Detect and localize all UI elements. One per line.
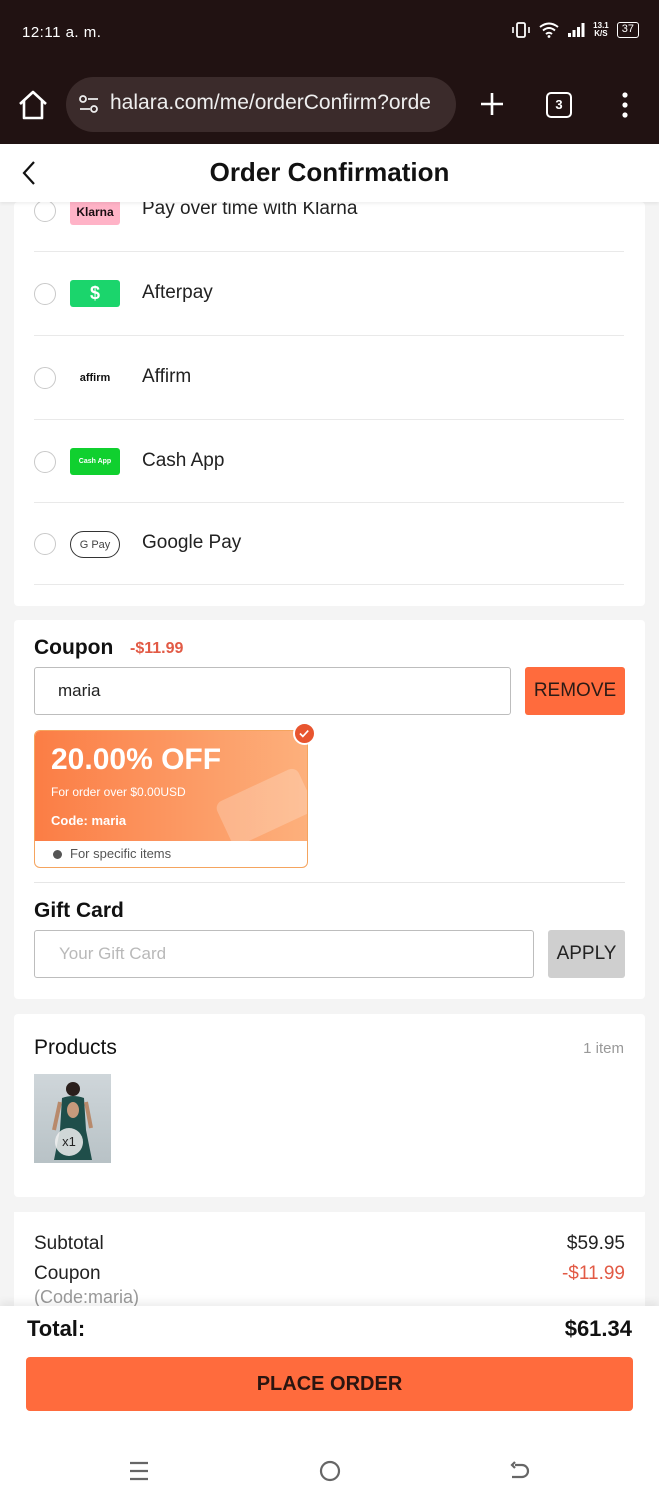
signal-icon xyxy=(568,23,585,37)
google-pay-logo-icon: G Pay xyxy=(70,531,120,558)
voucher-code: Code: maria xyxy=(51,813,127,828)
apply-gift-card-button[interactable]: APPLY xyxy=(548,930,625,978)
tab-switcher-button[interactable]: 3 xyxy=(546,92,572,118)
voucher-note: For specific items xyxy=(70,846,172,861)
recent-apps-icon[interactable] xyxy=(126,1458,152,1484)
battery-icon: 37 xyxy=(616,22,639,38)
browser-toolbar: halara.com/me/orderConfirm?orde 3 xyxy=(0,66,659,144)
payment-option-klarna[interactable]: Klarna Pay over time with Klarna xyxy=(34,202,624,252)
afterpay-logo-icon: $ xyxy=(70,280,120,307)
payment-option-label: Cash App xyxy=(142,450,225,471)
radio-button[interactable] xyxy=(34,283,56,305)
products-title: Products xyxy=(34,1036,117,1059)
affirm-logo-icon: affirm xyxy=(70,364,120,391)
vibrate-icon xyxy=(512,22,530,38)
url-text[interactable]: halara.com/me/orderConfirm?orde xyxy=(110,91,450,115)
klarna-logo-icon: Klarna xyxy=(70,202,120,225)
products-section: Products 1 item x1 xyxy=(14,1014,645,1197)
section-divider xyxy=(34,882,625,883)
subtotal-label: Subtotal xyxy=(34,1233,104,1254)
payment-option-label: Pay over time with Klarna xyxy=(142,202,358,219)
payment-methods-card: Klarna Pay over time with Klarna $ After… xyxy=(14,202,645,606)
remove-coupon-button[interactable]: REMOVE xyxy=(525,667,625,715)
quantity-badge: x1 xyxy=(55,1128,83,1156)
ticket-icon xyxy=(214,766,307,848)
voucher-banner: 20.00% OFF For order over $0.00USD Code:… xyxy=(35,731,307,848)
voucher-percent: 20.00% OFF xyxy=(51,743,222,776)
coupon-summary-code: (Code:maria) xyxy=(34,1287,140,1307)
status-icons: 13.1 K/S 37 xyxy=(511,22,639,38)
payment-option-label: Afterpay xyxy=(142,282,213,303)
page-header: Order Confirmation xyxy=(0,144,659,202)
voucher-footer: For specific items xyxy=(35,841,307,867)
place-order-button[interactable]: PLACE ORDER xyxy=(26,1357,633,1411)
home-circle-icon[interactable] xyxy=(317,1458,343,1484)
total-label: Total: xyxy=(27,1316,86,1341)
voucher-min-order: For order over $0.00USD xyxy=(51,785,186,799)
address-bar[interactable]: halara.com/me/orderConfirm?orde xyxy=(66,77,456,132)
order-summary: Subtotal $59.95 Coupon -$11.99 (Code:mar… xyxy=(14,1212,645,1312)
back-icon[interactable] xyxy=(507,1458,533,1484)
gift-card-title: Gift Card xyxy=(34,899,124,922)
status-bar: 12:11 a. m. 13.1 K/S 37 xyxy=(0,0,659,66)
payment-option-cash-app[interactable]: Cash App Cash App xyxy=(34,420,624,503)
payment-option-affirm[interactable]: affirm Affirm xyxy=(34,336,624,420)
item-count: 1 item xyxy=(583,1040,624,1057)
status-time: 12:11 a. m. xyxy=(22,24,102,41)
checkmark-icon xyxy=(293,722,316,745)
product-thumbnail[interactable]: x1 xyxy=(34,1074,111,1163)
payment-option-google-pay[interactable]: G Pay Google Pay xyxy=(34,503,624,585)
radio-button[interactable] xyxy=(34,451,56,473)
gift-card-input[interactable]: Your Gift Card xyxy=(34,930,534,978)
site-settings-icon[interactable] xyxy=(78,93,100,115)
coupon-section: Coupon -$11.99 maria REMOVE 20.00% OFF F… xyxy=(14,620,645,999)
radio-button[interactable] xyxy=(34,367,56,389)
speed-unit: K/S xyxy=(594,29,608,38)
checkout-bar: Total: $61.34 PLACE ORDER xyxy=(0,1306,659,1436)
coupon-summary-value: -$11.99 xyxy=(561,1263,625,1284)
more-menu-icon[interactable] xyxy=(612,90,638,120)
coupon-voucher[interactable]: 20.00% OFF For order over $0.00USD Code:… xyxy=(34,730,308,868)
home-icon[interactable] xyxy=(16,88,50,122)
coupon-code-input[interactable]: maria xyxy=(34,667,511,715)
payment-option-afterpay[interactable]: $ Afterpay xyxy=(34,252,624,336)
payment-option-label: Affirm xyxy=(142,366,192,387)
network-speed: 13.1 K/S xyxy=(593,22,609,38)
system-navigation-bar xyxy=(0,1436,659,1500)
coupon-summary-label: Coupon xyxy=(34,1263,101,1284)
page-title: Order Confirmation xyxy=(209,157,450,187)
coupon-discount: -$11.99 xyxy=(130,640,184,657)
cash-app-logo-icon: Cash App xyxy=(70,448,120,475)
info-icon xyxy=(53,850,62,859)
coupon-title: Coupon xyxy=(34,636,114,659)
payment-option-label: Google Pay xyxy=(142,532,242,553)
wifi-icon xyxy=(539,22,559,38)
new-tab-icon[interactable] xyxy=(475,84,509,124)
radio-button[interactable] xyxy=(34,533,56,555)
subtotal-value: $59.95 xyxy=(566,1233,625,1254)
total-value: $61.34 xyxy=(564,1316,632,1341)
radio-button[interactable] xyxy=(34,202,56,222)
